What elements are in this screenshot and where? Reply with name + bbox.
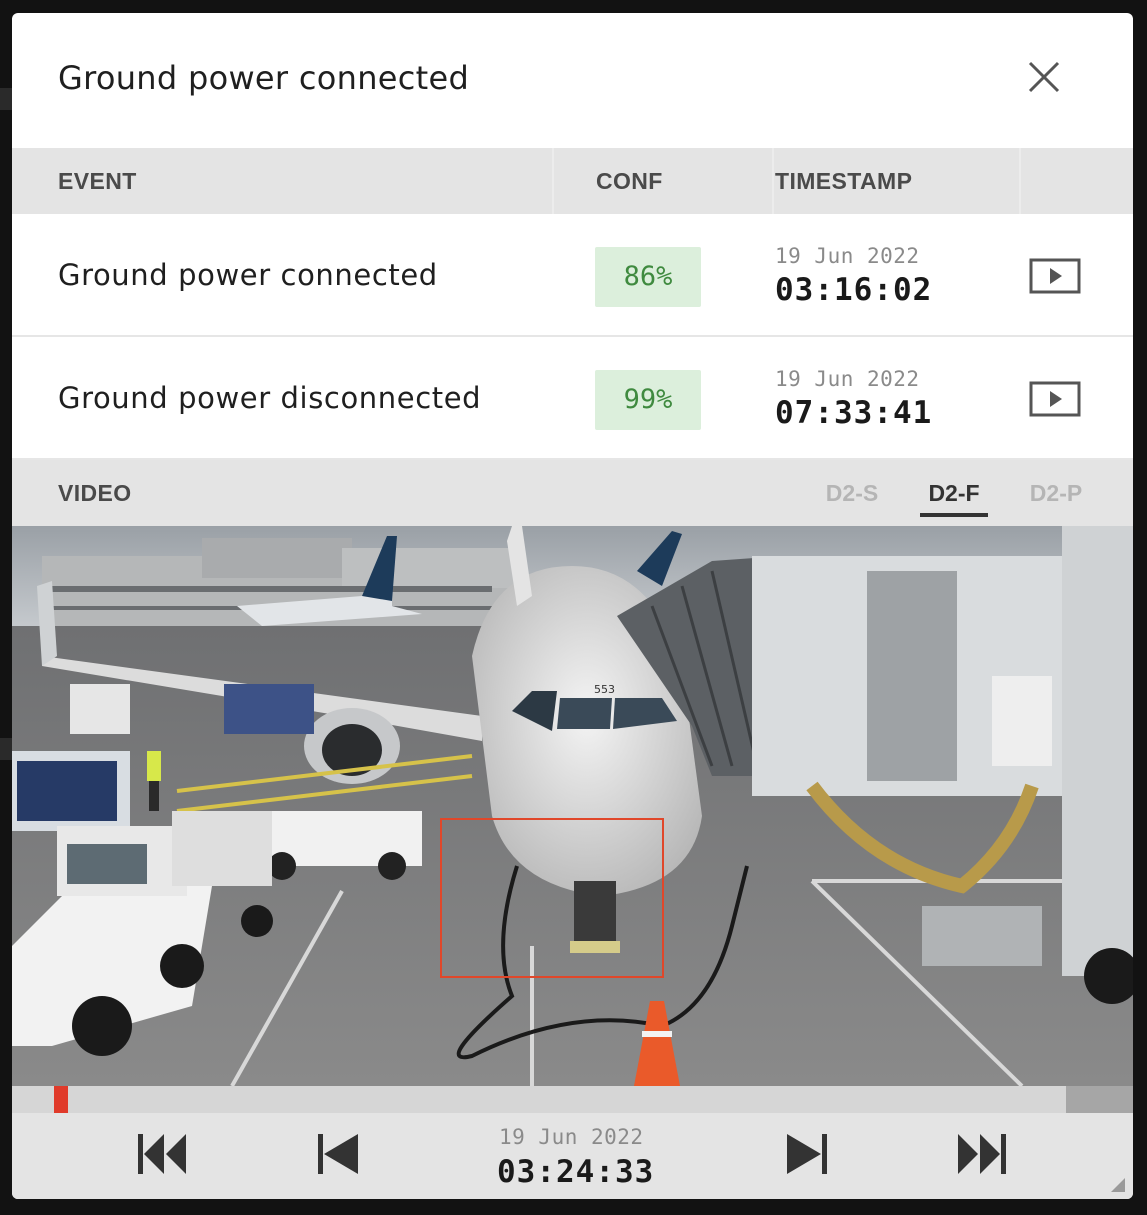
timeline-buffer <box>1066 1086 1133 1113</box>
column-header-conf: CONF <box>596 168 663 194</box>
close-button[interactable] <box>1024 57 1064 97</box>
current-time: 03:24:33 <box>497 1154 655 1190</box>
resize-grip-icon[interactable] <box>1111 1177 1125 1192</box>
column-divider <box>1019 148 1021 214</box>
skip-to-end-icon <box>958 1134 1006 1174</box>
previous-button[interactable] <box>316 1131 360 1177</box>
play-icon <box>1029 381 1081 417</box>
background-stripe <box>0 88 12 110</box>
confidence-badge: 99% <box>595 370 701 430</box>
table-row[interactable]: Ground power disconnected 99% 19 Jun 202… <box>12 337 1133 460</box>
tab-camera-d2-p[interactable]: D2-P <box>1022 460 1090 526</box>
playback-controls: 19 Jun 2022 03:24:33 <box>12 1113 1133 1199</box>
aircraft-number: 553 <box>594 683 615 696</box>
timeline-scrubber[interactable] <box>12 1086 1133 1113</box>
skip-to-end-button[interactable] <box>956 1131 1008 1177</box>
next-icon <box>787 1134 827 1174</box>
event-modal: Ground power connected EVENT CONF TIMEST… <box>12 13 1133 1199</box>
background-stripe <box>0 738 12 760</box>
modal-title: Ground power connected <box>58 59 470 97</box>
modal-header: Ground power connected <box>12 13 1133 148</box>
play-icon <box>1029 258 1081 294</box>
event-name: Ground power disconnected <box>58 381 482 415</box>
video-section-label: VIDEO <box>58 480 132 506</box>
column-divider <box>552 148 554 214</box>
apron-camera-image: 553 <box>12 526 1133 1086</box>
timestamp-date: 19 Jun 2022 <box>775 244 920 268</box>
play-clip-button[interactable] <box>1029 258 1081 294</box>
table-row[interactable]: Ground power connected 86% 19 Jun 2022 0… <box>12 214 1133 337</box>
close-icon <box>1028 61 1060 93</box>
next-button[interactable] <box>785 1131 829 1177</box>
tab-camera-d2-s[interactable]: D2-S <box>818 460 886 526</box>
timestamp-time: 03:16:02 <box>775 272 933 308</box>
play-clip-button[interactable] <box>1029 381 1081 417</box>
playhead[interactable] <box>54 1086 68 1113</box>
current-date: 19 Jun 2022 <box>499 1125 644 1149</box>
video-frame[interactable]: 553 <box>12 526 1133 1086</box>
column-divider <box>772 148 774 214</box>
event-name: Ground power connected <box>58 258 438 292</box>
skip-to-start-icon <box>138 1134 186 1174</box>
timestamp-time: 07:33:41 <box>775 395 933 431</box>
confidence-badge: 86% <box>595 247 701 307</box>
column-header-timestamp: TIMESTAMP <box>775 168 913 194</box>
video-header: VIDEO D2-S D2-F D2-P <box>12 460 1133 526</box>
skip-to-start-button[interactable] <box>136 1131 188 1177</box>
tab-camera-d2-f[interactable]: D2-F <box>920 460 988 526</box>
table-header: EVENT CONF TIMESTAMP <box>12 148 1133 214</box>
column-header-event: EVENT <box>58 168 137 194</box>
timestamp-date: 19 Jun 2022 <box>775 367 920 391</box>
previous-icon <box>318 1134 358 1174</box>
